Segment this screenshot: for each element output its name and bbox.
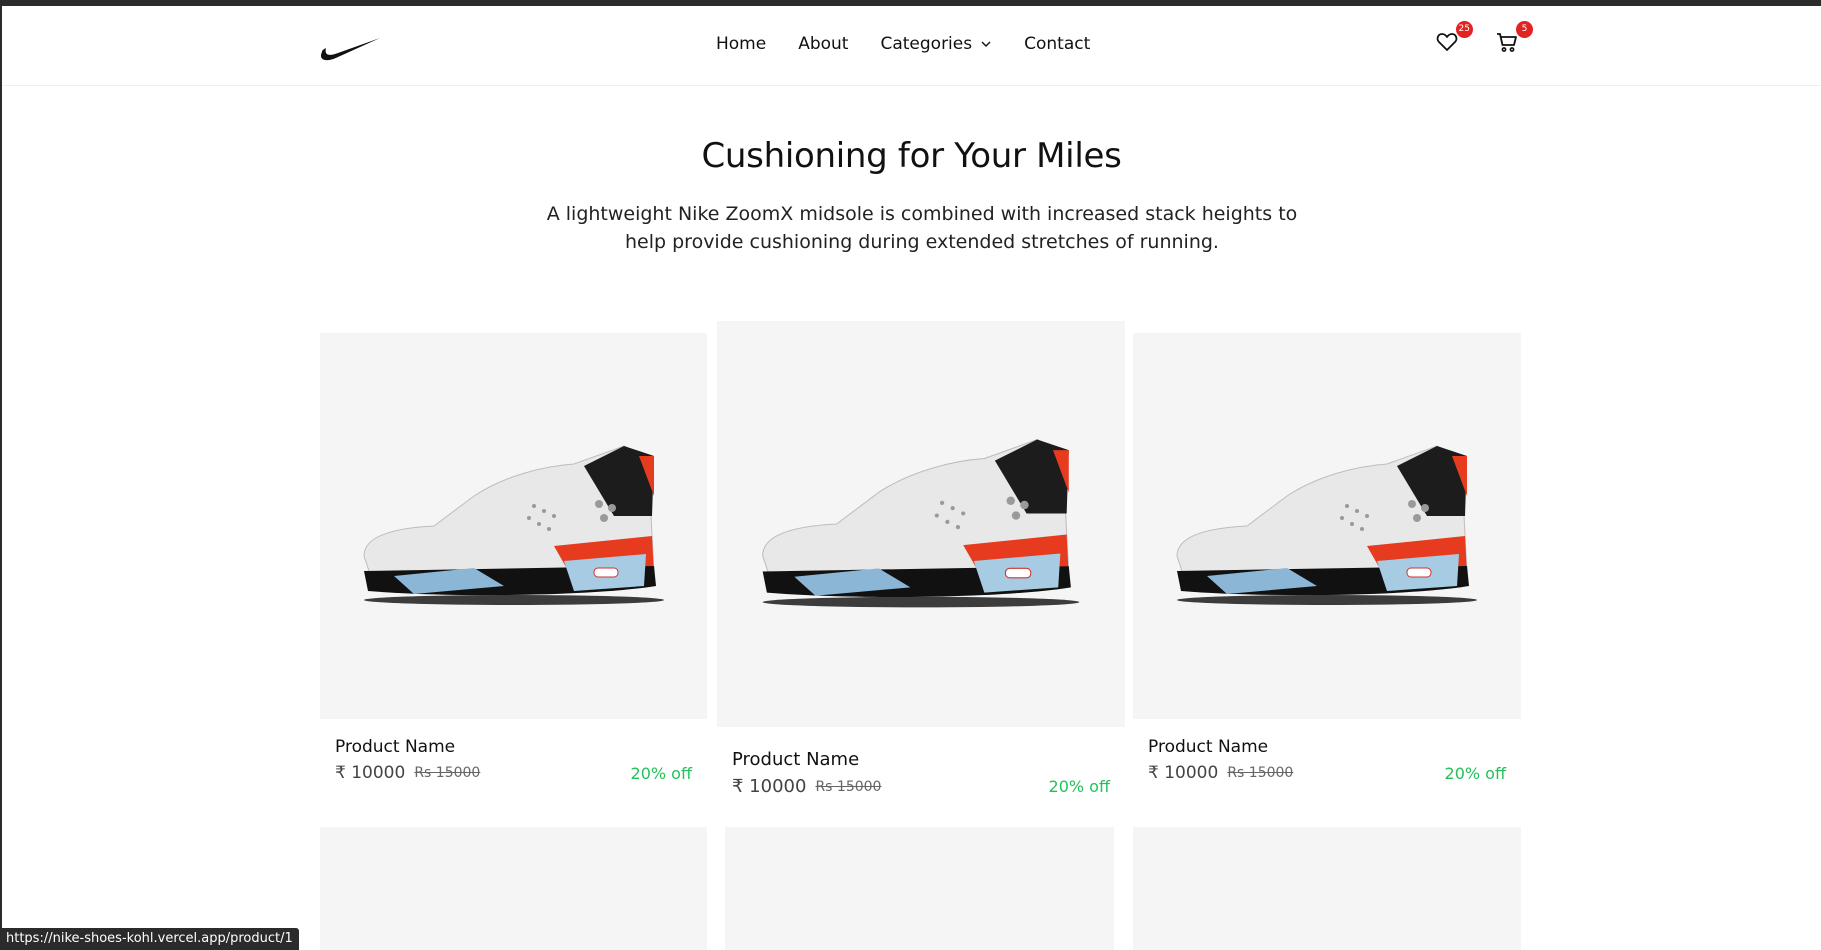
- product-card-placeholder[interactable]: [725, 827, 1114, 950]
- cart-count-badge: 5: [1516, 21, 1533, 38]
- product-image[interactable]: [1133, 333, 1521, 719]
- product-old-price: Rs 15000: [414, 765, 481, 781]
- price-row: ₹ 10000 Rs 15000 20% off: [1133, 763, 1521, 783]
- nav-contact[interactable]: Contact: [1024, 34, 1090, 54]
- price-row: ₹ 10000 Rs 15000 20% off: [320, 763, 707, 783]
- shoe-image: [362, 445, 664, 605]
- cart-icon: [1497, 33, 1517, 52]
- nike-logo[interactable]: [320, 36, 382, 62]
- section-subtitle: A lightweight Nike ZoomX midsole is comb…: [546, 203, 1298, 253]
- shoe-image: [762, 438, 1080, 608]
- product-price: ₹ 10000: [1148, 763, 1219, 783]
- wishlist-button[interactable]: 25: [1435, 21, 1473, 56]
- product-card[interactable]: Product Name ₹ 10000 Rs 15000 20% off: [717, 321, 1125, 797]
- product-discount: 20% off: [1444, 763, 1506, 783]
- product-card[interactable]: Product Name ₹ 10000 Rs 15000 20% off: [1133, 333, 1521, 783]
- product-card[interactable]: Product Name ₹ 10000 Rs 15000 20% off: [320, 333, 707, 783]
- nav-home[interactable]: Home: [716, 34, 766, 54]
- product-price: ₹ 10000: [335, 763, 406, 783]
- product-discount: 20% off: [630, 763, 692, 783]
- product-discount: 20% off: [1048, 777, 1110, 796]
- site-header: Home About Categories Contact 25 5: [2, 6, 1821, 86]
- link-status-bar: https://nike-shoes-kohl.vercel.app/produ…: [0, 928, 299, 950]
- wishlist-count-badge: 25: [1455, 21, 1473, 38]
- main-nav: Home About Categories Contact: [716, 34, 1090, 54]
- product-card-placeholder[interactable]: [1133, 827, 1521, 950]
- section-title: Cushioning for Your Miles: [701, 136, 1122, 176]
- product-card-placeholder[interactable]: [320, 827, 707, 950]
- price-row: ₹ 10000 Rs 15000 20% off: [717, 776, 1125, 797]
- heart-icon: [1436, 33, 1458, 51]
- page-viewport: Home About Categories Contact 25 5 Cushi…: [2, 6, 1821, 950]
- browser-page: Home About Categories Contact 25 5 Cushi…: [0, 0, 1821, 950]
- product-name[interactable]: Product Name: [717, 749, 1125, 770]
- product-image[interactable]: [717, 321, 1125, 727]
- nav-about[interactable]: About: [798, 34, 848, 54]
- product-name[interactable]: Product Name: [320, 737, 707, 757]
- product-name[interactable]: Product Name: [1133, 737, 1521, 757]
- nav-categories[interactable]: Categories: [880, 34, 992, 54]
- product-old-price: Rs 15000: [815, 778, 882, 795]
- product-old-price: Rs 15000: [1227, 765, 1294, 781]
- header-icons: 25 5: [1435, 21, 1533, 56]
- product-image[interactable]: [320, 333, 707, 719]
- cart-button[interactable]: 5: [1495, 21, 1533, 56]
- product-price: ₹ 10000: [732, 776, 807, 797]
- nav-categories-label: Categories: [880, 34, 973, 54]
- shoe-image: [1176, 445, 1477, 605]
- chevron-down-icon: [981, 41, 991, 47]
